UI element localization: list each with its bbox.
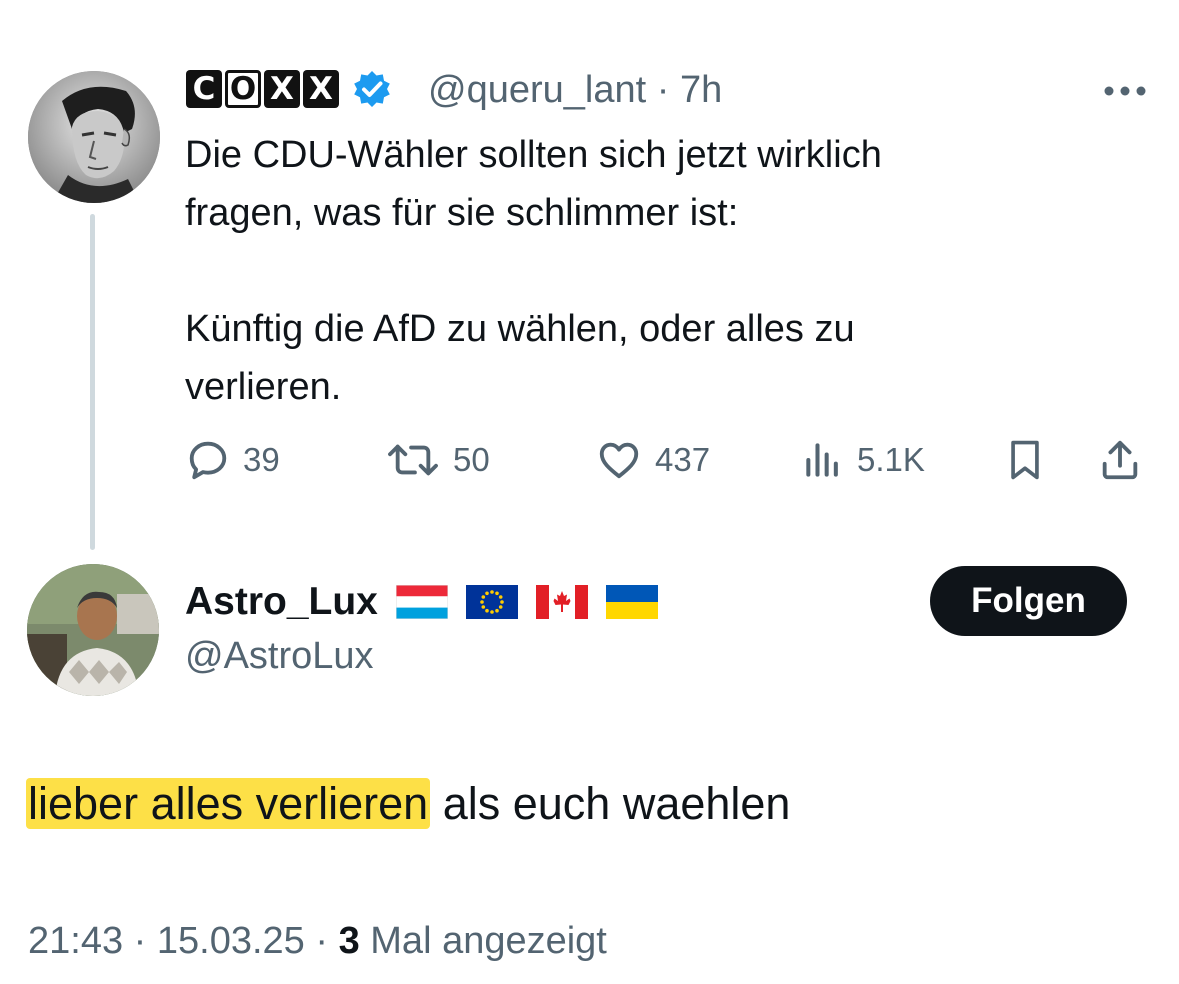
reply-metadata: 21:43 · 15.03.25 · 3 Mal angezeigt [28,915,607,967]
meta-separator: · [304,920,339,962]
author-name[interactable]: C O X X [186,69,392,109]
name-letter-c: C [186,70,222,108]
view-count: 3 [338,920,360,962]
avatar-illustration [28,71,160,203]
views-count: 5.1K [857,441,925,478]
follow-button[interactable]: Folgen [930,566,1127,636]
repost-count: 50 [453,441,490,478]
ukraine-flag [605,585,658,619]
like-button[interactable]: 437 [595,432,710,488]
avatar-photo [27,564,159,696]
repost-button[interactable]: 50 [385,432,490,488]
repost-icon [388,444,438,476]
name-letter-o: O [225,70,261,108]
name-letter-x2: X [303,70,339,108]
luxembourg-flag [395,584,449,620]
bookmark-button[interactable] [1003,432,1047,488]
tweet-time[interactable]: 7h [680,69,722,111]
handle-separator: · [646,69,680,111]
views-label: Mal angezeigt [359,920,607,962]
views-button[interactable]: 5.1K [801,432,925,488]
thread-connector [90,214,95,550]
highlighted-text: lieber alles verlieren [26,778,431,829]
avatar[interactable] [27,564,159,696]
share-icon [1102,440,1138,480]
share-button[interactable] [1097,432,1143,488]
author-handle-line[interactable]: @queru_lant · 7h [428,68,722,112]
meta-separator: · [123,920,157,962]
reply-time[interactable]: 21:43 [28,920,123,962]
more-icon[interactable] [1102,84,1148,98]
eu-flag [465,585,518,619]
bookmark-icon [1011,440,1039,480]
like-count: 437 [655,441,711,478]
tweet-text: Die CDU-Wähler sollten sich jetzt wirkli… [185,134,882,408]
like-icon [599,442,639,479]
reply-author[interactable]: Astro_Lux [185,576,658,628]
avatar[interactable] [28,71,160,203]
reply-author-handle[interactable]: @AstroLux [185,632,374,680]
author-handle[interactable]: @queru_lant [428,69,646,111]
reply-text: lieber alles verlieren als euch waehlen [26,773,791,835]
reply-count: 39 [243,441,280,478]
views-icon [806,443,838,477]
reply-date[interactable]: 15.03.25 [157,920,305,962]
reply-text-rest: als euch waehlen [430,778,791,829]
name-letter-x1: X [264,70,300,108]
reply-author-name[interactable]: Astro_Lux [185,580,378,624]
reply-button[interactable]: 39 [185,432,280,488]
verified-icon [354,71,390,107]
tweet-actions: 39 50 437 5.1K [185,432,1145,488]
reply-icon [189,441,227,480]
canada-flag [535,585,588,619]
